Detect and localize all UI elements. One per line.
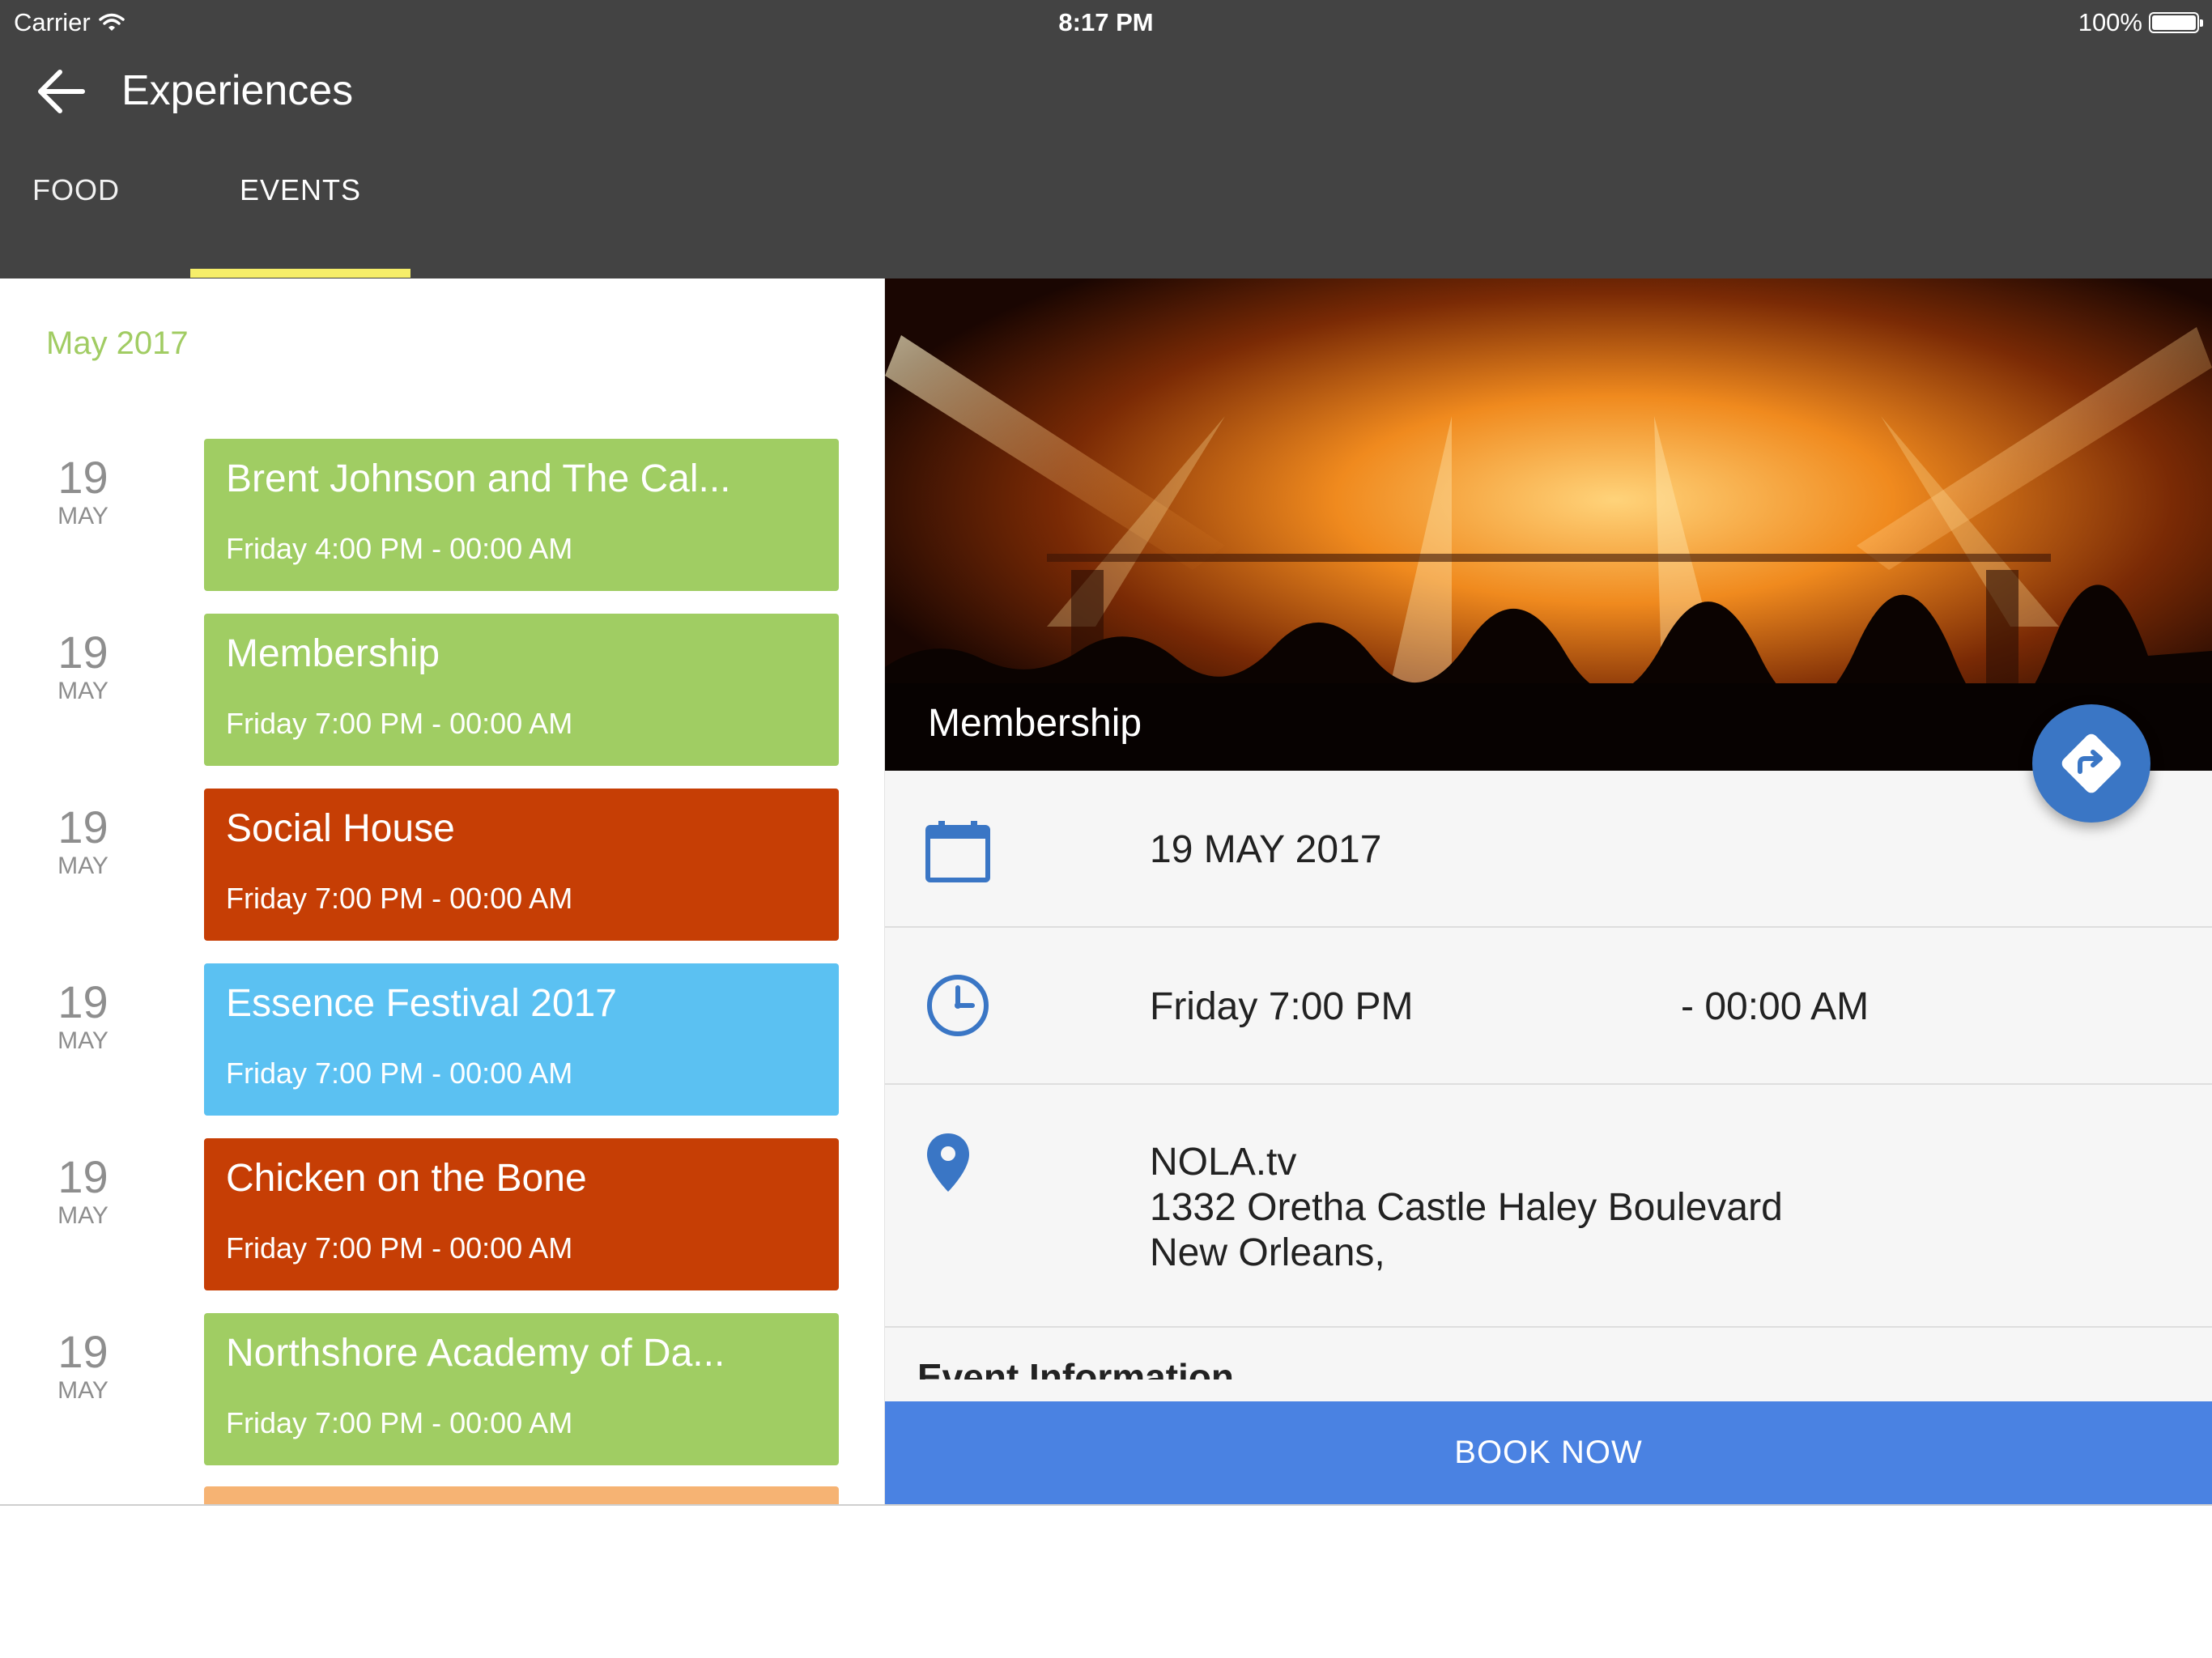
battery-percent: 100% bbox=[2078, 8, 2142, 36]
tab-food[interactable]: FOOD bbox=[32, 166, 162, 215]
event-month: MAY bbox=[57, 1202, 108, 1229]
event-time: Friday 7:00 PM - 00:00 AM bbox=[226, 1056, 573, 1090]
list-item[interactable]: 19 MAY Chicken on the Bone Friday 7:00 P… bbox=[0, 1138, 884, 1290]
event-card[interactable]: Northshore Academy of Da... Friday 7:00 … bbox=[204, 1313, 839, 1465]
list-item[interactable]: 19 MAY Membership Friday 7:00 PM - 00:00… bbox=[0, 614, 884, 766]
event-time: Friday 7:00 PM - 00:00 AM bbox=[226, 1231, 573, 1265]
event-date-row: 19 MAY 2017 bbox=[885, 771, 2212, 928]
arrow-left-icon bbox=[38, 70, 85, 113]
event-time-row: Friday 7:00 PM - 00:00 AM bbox=[885, 928, 2212, 1085]
event-date: 19 MAY bbox=[40, 1153, 125, 1231]
page-title: Experiences bbox=[121, 67, 354, 114]
venue-address-line1: 1332 Oretha Castle Haley Boulevard bbox=[1150, 1186, 1783, 1229]
event-day: 19 bbox=[57, 1151, 108, 1202]
event-month: MAY bbox=[57, 852, 108, 879]
event-name: Northshore Academy of Da... bbox=[226, 1332, 725, 1375]
event-date-text: 19 MAY 2017 bbox=[1150, 828, 1382, 871]
event-time: Friday 4:00 PM - 00:00 AM bbox=[226, 532, 573, 565]
content-bottom-divider bbox=[0, 1504, 2212, 1506]
event-month: MAY bbox=[57, 1027, 108, 1054]
event-day: 19 bbox=[57, 1326, 108, 1377]
event-date: 19 MAY bbox=[40, 803, 125, 881]
event-time: Friday 7:00 PM - 00:00 AM bbox=[226, 707, 573, 740]
event-name: Chicken on the Bone bbox=[226, 1157, 587, 1200]
event-day: 19 bbox=[57, 801, 108, 852]
event-hero-image: Membership bbox=[885, 278, 2212, 771]
month-header: May 2017 bbox=[46, 325, 189, 361]
events-list-panel[interactable]: May 2017 19 MAY Brent Johnson and The Ca… bbox=[0, 278, 885, 1504]
event-start-time: Friday 7:00 PM bbox=[1150, 985, 1414, 1028]
event-information-heading: Event Information bbox=[917, 1356, 1235, 1380]
status-bar: Carrier 8:17 PM 100% bbox=[0, 0, 2212, 45]
list-item[interactable]: 19 MAY Social House Friday 7:00 PM - 00:… bbox=[0, 789, 884, 941]
event-month: MAY bbox=[57, 503, 108, 529]
status-time: 8:17 PM bbox=[1058, 8, 1154, 36]
calendar-icon bbox=[925, 821, 990, 882]
event-time: Friday 7:00 PM - 00:00 AM bbox=[226, 882, 573, 915]
clock-icon bbox=[927, 975, 989, 1036]
event-date: 19 MAY bbox=[40, 978, 125, 1056]
event-card[interactable]: Chicken on the Bone Friday 7:00 PM - 00:… bbox=[204, 1138, 839, 1290]
venue-address-line2: New Orleans, bbox=[1150, 1231, 1385, 1274]
event-name: Social House bbox=[226, 807, 455, 850]
battery-icon bbox=[2149, 12, 2203, 33]
directions-button[interactable] bbox=[2032, 704, 2150, 823]
event-card[interactable]: Social House Friday 7:00 PM - 00:00 AM bbox=[204, 789, 839, 941]
location-pin-icon bbox=[927, 1133, 969, 1192]
event-month: MAY bbox=[57, 1377, 108, 1404]
event-time: Friday 7:00 PM - 00:00 AM bbox=[226, 1406, 573, 1439]
list-item[interactable]: 19 MAY Northshore Academy of Da... Frida… bbox=[0, 1313, 884, 1465]
list-item[interactable]: 19 MAY Brent Johnson and The Cal... Frid… bbox=[0, 439, 884, 591]
event-detail-panel: Membership 19 MAY 2017 Friday 7:00 PM - … bbox=[885, 278, 2212, 1504]
directions-icon bbox=[2061, 733, 2121, 793]
event-name: Membership bbox=[226, 632, 440, 675]
book-now-button[interactable]: BOOK NOW bbox=[885, 1401, 2212, 1504]
venue-name: NOLA.tv bbox=[1150, 1141, 1297, 1184]
event-day: 19 bbox=[57, 452, 108, 503]
event-date: 19 MAY bbox=[40, 1328, 125, 1405]
event-date: 19 MAY bbox=[40, 628, 125, 706]
event-day: 19 bbox=[57, 627, 108, 678]
event-name: Essence Festival 2017 bbox=[226, 982, 617, 1025]
event-card[interactable]: Essence Festival 2017 Friday 7:00 PM - 0… bbox=[204, 963, 839, 1116]
event-month: MAY bbox=[57, 678, 108, 704]
event-detail-title: Membership bbox=[928, 702, 1142, 745]
concert-stage-image bbox=[885, 278, 2212, 771]
event-day: 19 bbox=[57, 976, 108, 1027]
event-card[interactable]: Brent Johnson and The Cal... Friday 4:00… bbox=[204, 439, 839, 591]
selected-tab-indicator bbox=[190, 269, 410, 278]
tab-events[interactable]: EVENTS bbox=[190, 166, 410, 215]
app-bar: Carrier 8:17 PM 100% Experiences FOOD EV… bbox=[0, 0, 2212, 278]
event-name: Brent Johnson and The Cal... bbox=[226, 457, 731, 500]
battery-indicator: 100% bbox=[2078, 8, 2203, 37]
event-location-row[interactable]: NOLA.tv 1332 Oretha Castle Haley Bouleva… bbox=[885, 1085, 2212, 1328]
back-button[interactable] bbox=[32, 63, 89, 120]
list-item[interactable]: 19 MAY Essence Festival 2017 Friday 7:00… bbox=[0, 963, 884, 1116]
event-date: 19 MAY bbox=[40, 453, 125, 531]
event-card-partial[interactable] bbox=[204, 1486, 839, 1504]
event-end-time: - 00:00 AM bbox=[1681, 985, 1870, 1028]
event-card[interactable]: Membership Friday 7:00 PM - 00:00 AM bbox=[204, 614, 839, 766]
